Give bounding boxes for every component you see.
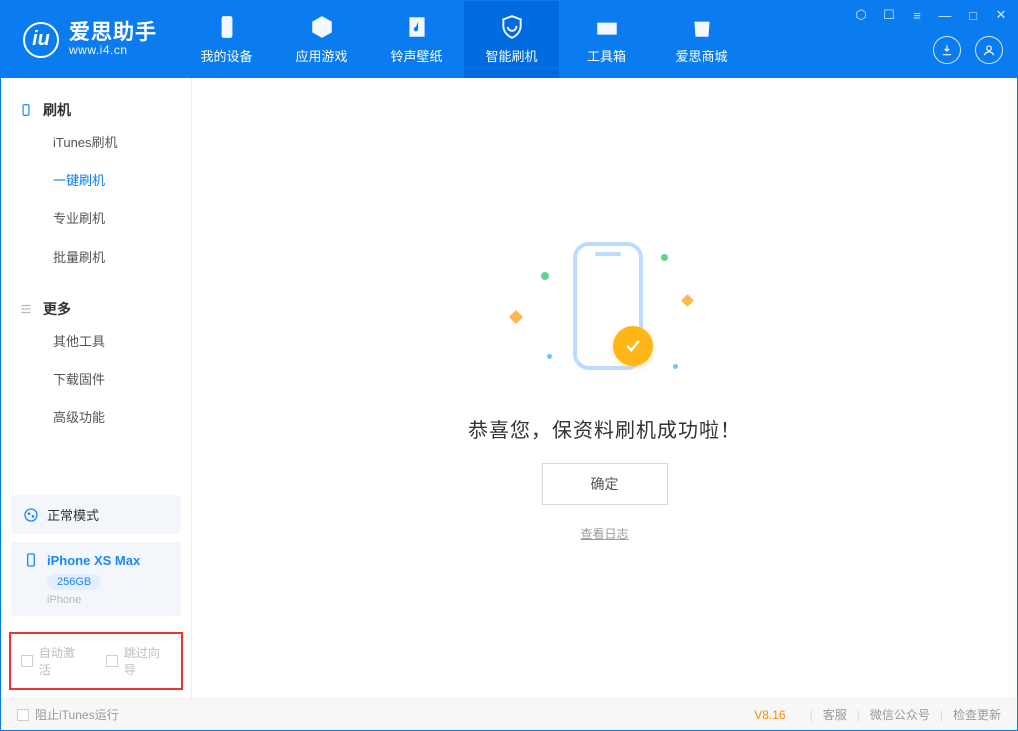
checkbox-auto-activate[interactable]: 自动激活 (21, 644, 86, 678)
device-icon (23, 552, 39, 568)
checkbox-label: 自动激活 (39, 644, 86, 678)
maximize-button[interactable]: □ (965, 7, 981, 23)
logo-area: iu 爱思助手 www.i4.cn (1, 1, 179, 78)
separator: | (857, 708, 860, 722)
sidebar-cards: 正常模式 iPhone XS Max 256GB iPhone (1, 487, 191, 632)
sidebar-group-flash: 刷机 (1, 92, 191, 124)
music-icon (404, 14, 430, 40)
download-icon (940, 43, 954, 57)
toolbox-icon (594, 14, 620, 40)
view-log-link[interactable]: 查看日志 (580, 525, 628, 542)
tab-my-device[interactable]: 我的设备 (179, 1, 274, 78)
main-content: 恭喜您，保资料刷机成功啦！ 确定 查看日志 (192, 78, 1017, 698)
tshirt-icon[interactable]: ⬡ (853, 7, 869, 23)
app-window: iu 爱思助手 www.i4.cn 我的设备 应用游戏 铃声壁纸 智能刷机 (0, 0, 1018, 731)
tab-store[interactable]: 爱思商城 (654, 1, 749, 78)
check-update-link[interactable]: 检查更新 (953, 706, 1001, 723)
tab-smart-flash[interactable]: 智能刷机 (464, 1, 559, 78)
sidebar-item-onekey-flash[interactable]: 一键刷机 (1, 162, 191, 200)
sidebar-group-label: 刷机 (43, 100, 71, 120)
sidebar-item-pro-flash[interactable]: 专业刷机 (1, 200, 191, 238)
spark-icon (673, 364, 678, 369)
account-button[interactable] (975, 36, 1003, 64)
highlighted-options: 自动激活 跳过向导 (9, 632, 183, 690)
tab-label: 我的设备 (200, 46, 252, 65)
mode-icon (23, 507, 39, 523)
phone-icon (214, 14, 240, 40)
refresh-shield-icon (499, 14, 525, 40)
device-card[interactable]: iPhone XS Max 256GB iPhone (11, 542, 181, 616)
sidebar-item-batch-flash[interactable]: 批量刷机 (1, 239, 191, 277)
mode-label: 正常模式 (47, 505, 99, 524)
header-right-icons (933, 36, 1003, 64)
spark-icon (547, 354, 552, 359)
device-type: iPhone (47, 594, 169, 606)
spark-icon (541, 272, 549, 280)
header: iu 爱思助手 www.i4.cn 我的设备 应用游戏 铃声壁纸 智能刷机 (1, 1, 1017, 78)
window-controls: ⬡ ☐ ≡ ― □ ✕ (853, 7, 1009, 23)
menu-icon[interactable]: ≡ (909, 7, 925, 23)
list-icon (19, 302, 33, 316)
settings-icon[interactable]: ☐ (881, 7, 897, 23)
success-illustration (505, 234, 705, 394)
download-button[interactable] (933, 36, 961, 64)
tab-apps-games[interactable]: 应用游戏 (274, 1, 369, 78)
spark-icon (508, 310, 522, 324)
tab-label: 工具箱 (587, 46, 626, 65)
storage-badge: 256GB (47, 574, 101, 590)
sidebar-scroll: 刷机 iTunes刷机 一键刷机 专业刷机 批量刷机 更多 其他工具 下载固件 … (1, 78, 191, 487)
tab-label: 智能刷机 (485, 46, 537, 65)
version-label: V8.16 (754, 708, 785, 722)
separator: | (940, 708, 943, 722)
sidebar-item-download-firmware[interactable]: 下载固件 (1, 361, 191, 399)
mode-card[interactable]: 正常模式 (11, 495, 181, 534)
tab-label: 应用游戏 (295, 46, 347, 65)
user-icon (982, 43, 996, 57)
sidebar-item-advanced[interactable]: 高级功能 (1, 399, 191, 437)
sidebar-group-label: 更多 (43, 299, 71, 319)
checkbox-label: 阻止iTunes运行 (35, 706, 119, 723)
top-tabs: 我的设备 应用游戏 铃声壁纸 智能刷机 工具箱 爱思商城 (179, 1, 749, 78)
spark-icon (681, 294, 694, 307)
checkbox-box-icon (17, 709, 29, 721)
wechat-link[interactable]: 微信公众号 (870, 706, 930, 723)
device-name: iPhone XS Max (47, 553, 140, 568)
sidebar-item-itunes-flash[interactable]: iTunes刷机 (1, 124, 191, 162)
spark-icon (661, 254, 668, 261)
checkbox-label: 跳过向导 (124, 644, 171, 678)
checkbox-box-icon (21, 655, 33, 667)
checkbox-box-icon (106, 655, 118, 667)
separator: | (810, 708, 813, 722)
tab-label: 爱思商城 (675, 46, 727, 65)
minimize-button[interactable]: ― (937, 7, 953, 23)
ok-button[interactable]: 确定 (542, 463, 668, 505)
sidebar: 刷机 iTunes刷机 一键刷机 专业刷机 批量刷机 更多 其他工具 下载固件 … (1, 78, 192, 698)
footer: 阻止iTunes运行 V8.16 | 客服 | 微信公众号 | 检查更新 (1, 698, 1017, 730)
close-button[interactable]: ✕ (993, 7, 1009, 23)
cube-icon (309, 14, 335, 40)
logo-text: 爱思助手 www.i4.cn (69, 22, 157, 57)
app-name-en: www.i4.cn (69, 44, 157, 57)
tab-label: 铃声壁纸 (390, 46, 442, 65)
tab-toolbox[interactable]: 工具箱 (559, 1, 654, 78)
checkbox-block-itunes[interactable]: 阻止iTunes运行 (17, 706, 119, 723)
success-message: 恭喜您，保资料刷机成功啦！ (468, 414, 741, 443)
sidebar-item-other-tools[interactable]: 其他工具 (1, 323, 191, 361)
app-name-cn: 爱思助手 (69, 22, 157, 44)
bag-icon (689, 14, 715, 40)
support-link[interactable]: 客服 (823, 706, 847, 723)
check-circle-icon (613, 326, 653, 366)
checkbox-skip-guide[interactable]: 跳过向导 (106, 644, 171, 678)
logo-icon: iu (23, 22, 59, 58)
device-small-icon (19, 103, 33, 117)
body: 刷机 iTunes刷机 一键刷机 专业刷机 批量刷机 更多 其他工具 下载固件 … (1, 78, 1017, 698)
tab-ringtones-wallpapers[interactable]: 铃声壁纸 (369, 1, 464, 78)
sidebar-group-more: 更多 (1, 291, 191, 323)
